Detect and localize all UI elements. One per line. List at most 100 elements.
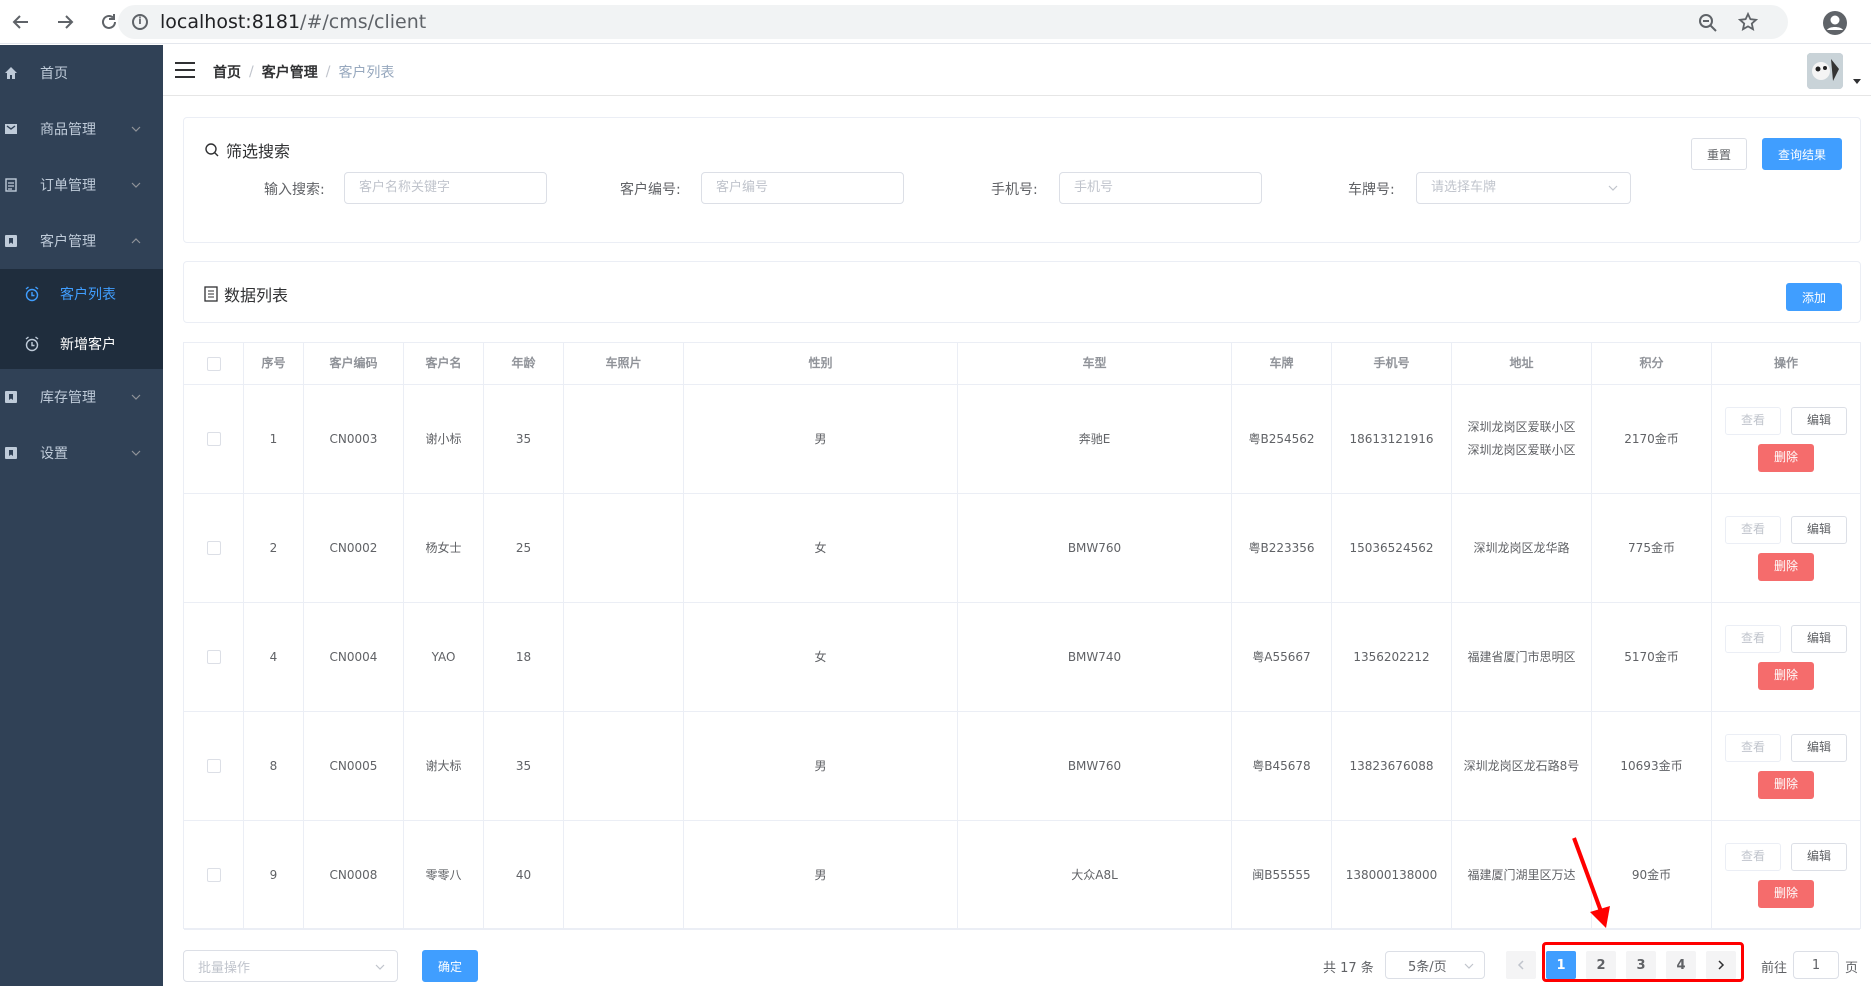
view-button[interactable]: 查看 <box>1725 515 1781 544</box>
cell-gender: 男 <box>684 712 958 820</box>
caret-down-icon[interactable] <box>1853 79 1861 84</box>
page-size-value: 5条/页 <box>1408 959 1447 975</box>
list-title-text: 数据列表 <box>224 286 289 305</box>
order-icon <box>4 178 18 192</box>
sidebar-item-settings[interactable]: 设置 <box>0 425 163 481</box>
breadcrumb-home[interactable]: 首页 <box>213 62 241 82</box>
cell-plate: 粤B45678 <box>1232 712 1332 820</box>
cell-name: 杨女士 <box>404 494 484 602</box>
breadcrumb-customers[interactable]: 客户管理 <box>262 62 318 82</box>
edit-button[interactable]: 编辑 <box>1791 406 1847 435</box>
view-button[interactable]: 查看 <box>1725 733 1781 762</box>
cell-actions: 查看 编辑 删除 <box>1712 603 1860 711</box>
zoom-icon[interactable] <box>1698 13 1718 33</box>
cell-no: 2 <box>244 494 304 602</box>
batch-confirm-button[interactable]: 确定 <box>422 950 478 982</box>
sidebar: 首页 商品管理 订单管理 客户管理 客户列表 新增客户 库存管理 设置 <box>0 45 163 986</box>
edit-button[interactable]: 编辑 <box>1791 515 1847 544</box>
cell-address: 深圳龙岗区爱联小区 深圳龙岗区爱联小区 <box>1452 385 1592 493</box>
search-input[interactable]: 客户名称关键字 <box>344 172 547 204</box>
search-icon <box>205 143 219 157</box>
address-bar[interactable]: i localhost:8181/#/cms/client <box>118 5 1788 39</box>
edit-button[interactable]: 编辑 <box>1791 624 1847 653</box>
delete-button[interactable]: 删除 <box>1758 443 1814 472</box>
row-checkbox-cell <box>184 494 244 602</box>
customer-icon <box>4 234 18 248</box>
cell-plate: 粤B223356 <box>1232 494 1332 602</box>
view-button[interactable]: 查看 <box>1725 842 1781 871</box>
delete-button[interactable]: 删除 <box>1758 552 1814 581</box>
cell-address: 深圳龙岗区龙石路8号 <box>1452 712 1592 820</box>
chevron-down-icon <box>1464 963 1474 969</box>
row-checkbox-cell <box>184 385 244 493</box>
cell-model: BMW740 <box>958 603 1232 711</box>
sidebar-item-stock[interactable]: 库存管理 <box>0 369 163 425</box>
cell-photo <box>564 385 684 493</box>
sidebar-item-home[interactable]: 首页 <box>0 45 163 101</box>
cell-points: 10693金币 <box>1592 712 1712 820</box>
sidebar-item-orders[interactable]: 订单管理 <box>0 157 163 213</box>
table-header-cell: 手机号 <box>1332 343 1452 384</box>
list-card: 数据列表 添加 <box>183 261 1861 323</box>
account-icon[interactable] <box>1822 10 1848 36</box>
add-button[interactable]: 添加 <box>1786 283 1842 311</box>
row-checkbox[interactable] <box>206 868 221 882</box>
back-icon[interactable] <box>10 11 32 33</box>
view-button[interactable]: 查看 <box>1725 624 1781 653</box>
plate-label: 车牌号: <box>1348 182 1395 198</box>
bookmark-star-icon[interactable] <box>1738 12 1758 32</box>
stock-icon <box>4 390 18 404</box>
cell-name: 谢大标 <box>404 712 484 820</box>
chevron-down-icon <box>131 450 141 456</box>
cell-code: CN0008 <box>304 821 404 929</box>
code-label: 客户编号: <box>620 182 681 198</box>
edit-button[interactable]: 编辑 <box>1791 842 1847 871</box>
sidebar-subitem-client-list[interactable]: 客户列表 <box>0 269 163 319</box>
sidebar-subitem-label: 客户列表 <box>60 287 116 303</box>
site-info-icon[interactable]: i <box>132 14 148 30</box>
reload-icon[interactable] <box>98 11 120 33</box>
edit-button[interactable]: 编辑 <box>1791 733 1847 762</box>
row-checkbox[interactable] <box>206 541 221 555</box>
row-checkbox-cell <box>184 712 244 820</box>
query-button[interactable]: 查询结果 <box>1762 138 1842 170</box>
page-size-select[interactable]: 5条/页 <box>1385 951 1485 979</box>
avatar[interactable] <box>1807 53 1843 89</box>
sidebar-item-goods[interactable]: 商品管理 <box>0 101 163 157</box>
cell-phone: 138000138000 <box>1332 821 1452 929</box>
row-checkbox[interactable] <box>206 759 221 773</box>
cell-actions: 查看 编辑 删除 <box>1712 385 1860 493</box>
reset-button[interactable]: 重置 <box>1691 138 1747 170</box>
delete-button[interactable]: 删除 <box>1758 879 1814 908</box>
cell-points: 5170金币 <box>1592 603 1712 711</box>
chevron-down-icon <box>131 182 141 188</box>
prev-page-button[interactable] <box>1506 951 1536 979</box>
plate-select[interactable]: 请选择车牌 <box>1416 172 1631 204</box>
sidebar-item-customers[interactable]: 客户管理 <box>0 213 163 269</box>
select-all-checkbox[interactable] <box>206 356 221 371</box>
sidebar-subitem-add-client[interactable]: 新增客户 <box>0 319 163 369</box>
code-input[interactable]: 客户编号 <box>701 172 904 204</box>
batch-operation-select[interactable]: 批量操作 <box>183 950 398 982</box>
cell-code: CN0005 <box>304 712 404 820</box>
delete-button[interactable]: 删除 <box>1758 770 1814 799</box>
cell-plate: 粤A55667 <box>1232 603 1332 711</box>
view-button[interactable]: 查看 <box>1725 406 1781 435</box>
cell-no: 4 <box>244 603 304 711</box>
forward-icon[interactable] <box>54 11 76 33</box>
row-checkbox[interactable] <box>206 650 221 664</box>
goto-prefix: 前往 <box>1761 961 1788 976</box>
row-checkbox[interactable] <box>206 432 221 446</box>
row-checkbox-cell <box>184 821 244 929</box>
table-header: 序号 客户编码 客户名 年龄 车照片 性别 车型 车牌 手机号 地址 积分 操作 <box>184 343 1860 385</box>
cell-no: 8 <box>244 712 304 820</box>
goto-page-input[interactable]: 1 <box>1793 951 1839 979</box>
sidebar-item-label: 订单管理 <box>40 178 96 194</box>
phone-input[interactable]: 手机号 <box>1059 172 1262 204</box>
hamburger-icon[interactable] <box>175 62 195 78</box>
delete-button[interactable]: 删除 <box>1758 661 1814 690</box>
cell-phone: 13823676088 <box>1332 712 1452 820</box>
home-icon <box>4 66 18 80</box>
cell-age: 35 <box>484 385 564 493</box>
sidebar-subitem-label: 新增客户 <box>60 337 116 353</box>
